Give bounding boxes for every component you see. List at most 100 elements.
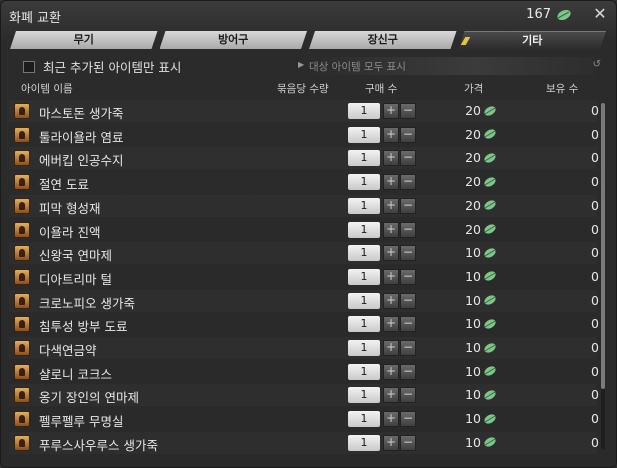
list-item[interactable]: 피막 형성재 1 + − 20 0 <box>9 195 599 217</box>
quantity-input[interactable]: 1 <box>348 126 380 143</box>
item-icon[interactable] <box>14 221 30 238</box>
price-value: 10 <box>465 411 481 427</box>
list-item[interactable]: 샬로니 코크스 1 + − 10 0 <box>9 361 599 383</box>
decrease-button[interactable]: − <box>400 245 416 262</box>
increase-button[interactable]: + <box>383 103 399 119</box>
increase-button[interactable]: + <box>383 292 399 309</box>
quantity-input[interactable]: 1 <box>348 150 380 167</box>
list-item[interactable]: 옹기 장인의 연마제 1 + − 10 0 <box>9 384 599 406</box>
decrease-button[interactable]: − <box>400 387 416 404</box>
increase-button[interactable]: + <box>383 340 399 356</box>
item-icon[interactable] <box>14 411 30 428</box>
quantity-input[interactable]: 1 <box>348 174 380 191</box>
leaf-currency-icon <box>484 200 496 210</box>
item-icon[interactable] <box>14 103 30 119</box>
item-icon[interactable] <box>14 174 30 191</box>
tab-accessories[interactable]: 장신구 <box>309 31 457 49</box>
item-price: 10 <box>465 293 497 308</box>
decrease-button[interactable]: − <box>400 150 416 167</box>
decrease-button[interactable]: − <box>400 434 416 451</box>
tab-armor[interactable]: 방어구 <box>160 31 308 49</box>
item-icon[interactable] <box>14 197 30 214</box>
tab-other[interactable]: 기타 <box>459 31 607 50</box>
item-icon[interactable] <box>14 150 30 167</box>
item-icon[interactable] <box>14 268 30 285</box>
close-icon[interactable]: ✕ <box>590 4 610 24</box>
item-icon[interactable] <box>14 363 30 380</box>
tab-weapons[interactable]: 무기 <box>10 31 158 49</box>
item-name: 이욜라 진액 <box>39 224 101 240</box>
item-icon[interactable] <box>14 126 30 143</box>
decrease-button[interactable]: − <box>400 221 416 238</box>
list-item[interactable]: 에버킵 인공수지 1 + − 20 0 <box>9 147 599 169</box>
quantity-input[interactable]: 1 <box>348 197 380 214</box>
decrease-button[interactable]: − <box>400 126 416 143</box>
decrease-button[interactable]: − <box>400 340 416 356</box>
list-item[interactable]: 이욜라 진액 1 + − 20 0 <box>9 219 599 241</box>
decrease-button[interactable]: − <box>400 363 416 380</box>
quantity-input[interactable]: 1 <box>348 292 380 309</box>
quantity-input[interactable]: 1 <box>348 387 380 404</box>
list-item[interactable]: 디아트리마 털 1 + − 10 0 <box>9 266 599 288</box>
quantity-input[interactable]: 1 <box>348 363 380 380</box>
item-icon[interactable] <box>14 387 30 404</box>
item-icon[interactable] <box>14 292 30 309</box>
increase-button[interactable]: + <box>383 268 399 285</box>
list-item[interactable]: 절연 도료 1 + − 20 0 <box>9 171 599 193</box>
quantity-input[interactable]: 1 <box>348 245 380 262</box>
leaf-currency-icon <box>484 224 496 234</box>
price-value: 10 <box>465 292 481 308</box>
decrease-button[interactable]: − <box>400 197 416 214</box>
decrease-button[interactable]: − <box>400 316 416 333</box>
quantity-input[interactable]: 1 <box>348 340 380 356</box>
increase-button[interactable]: + <box>383 411 399 428</box>
column-price[interactable]: 가격 <box>464 81 483 96</box>
quantity-input[interactable]: 1 <box>348 434 380 451</box>
owned-count: 0 <box>591 221 599 237</box>
item-name: 푸루스사우루스 생가죽 <box>39 437 158 453</box>
item-icon[interactable] <box>14 434 30 451</box>
list-item[interactable]: 푸루스사우루스 생가죽 1 + − 10 0 <box>9 432 599 454</box>
decrease-button[interactable]: − <box>400 411 416 428</box>
increase-button[interactable]: + <box>383 387 399 404</box>
list-item[interactable]: 신왕국 연마제 1 + − 10 0 <box>9 242 599 264</box>
refresh-icon[interactable]: ↺ <box>593 59 601 70</box>
increase-button[interactable]: + <box>383 174 399 191</box>
quantity-input[interactable]: 1 <box>348 411 380 428</box>
scrollbar-thumb[interactable] <box>601 103 605 389</box>
recent-only-checkbox[interactable] <box>23 61 35 73</box>
show-all-targets-toggle[interactable]: ▶ 대상 아이템 모두 표시 ↺ <box>295 57 601 75</box>
decrease-button[interactable]: − <box>400 268 416 285</box>
increase-button[interactable]: + <box>383 221 399 238</box>
increase-button[interactable]: + <box>383 363 399 380</box>
list-item[interactable]: 크로노피오 생가죽 1 + − 10 0 <box>9 290 599 312</box>
increase-button[interactable]: + <box>383 197 399 214</box>
increase-button[interactable]: + <box>383 245 399 262</box>
quantity-input[interactable]: 1 <box>348 221 380 238</box>
title-bar[interactable]: 화폐 교환 167 ✕ <box>1 1 616 31</box>
list-item[interactable]: 다색연금약 1 + − 10 0 <box>9 337 599 359</box>
leaf-currency-icon <box>484 319 496 329</box>
column-name[interactable]: 아이템 이름 <box>21 81 73 96</box>
quantity-input[interactable]: 1 <box>348 316 380 333</box>
decrease-button[interactable]: − <box>400 103 416 119</box>
item-price: 10 <box>465 269 497 284</box>
item-icon[interactable] <box>14 316 30 333</box>
item-icon[interactable] <box>14 245 30 262</box>
decrease-button[interactable]: − <box>400 292 416 309</box>
quantity-input[interactable]: 1 <box>348 103 380 119</box>
list-item[interactable]: 툴라이욜라 염료 1 + − 20 0 <box>9 124 599 146</box>
increase-button[interactable]: + <box>383 126 399 143</box>
price-value: 10 <box>465 245 481 261</box>
item-name: 샬로니 코크스 <box>39 366 112 382</box>
quantity-input[interactable]: 1 <box>348 268 380 285</box>
list-item[interactable]: 침투성 방부 도료 1 + − 10 0 <box>9 313 599 335</box>
decrease-button[interactable]: − <box>400 174 416 191</box>
item-price: 20 <box>465 174 497 189</box>
increase-button[interactable]: + <box>383 316 399 333</box>
list-item[interactable]: 마스토돈 생가죽 1 + − 20 0 <box>9 100 599 122</box>
list-item[interactable]: 펠루펠루 무명실 1 + − 10 0 <box>9 408 599 430</box>
increase-button[interactable]: + <box>383 150 399 167</box>
item-icon[interactable] <box>14 340 30 356</box>
increase-button[interactable]: + <box>383 434 399 451</box>
